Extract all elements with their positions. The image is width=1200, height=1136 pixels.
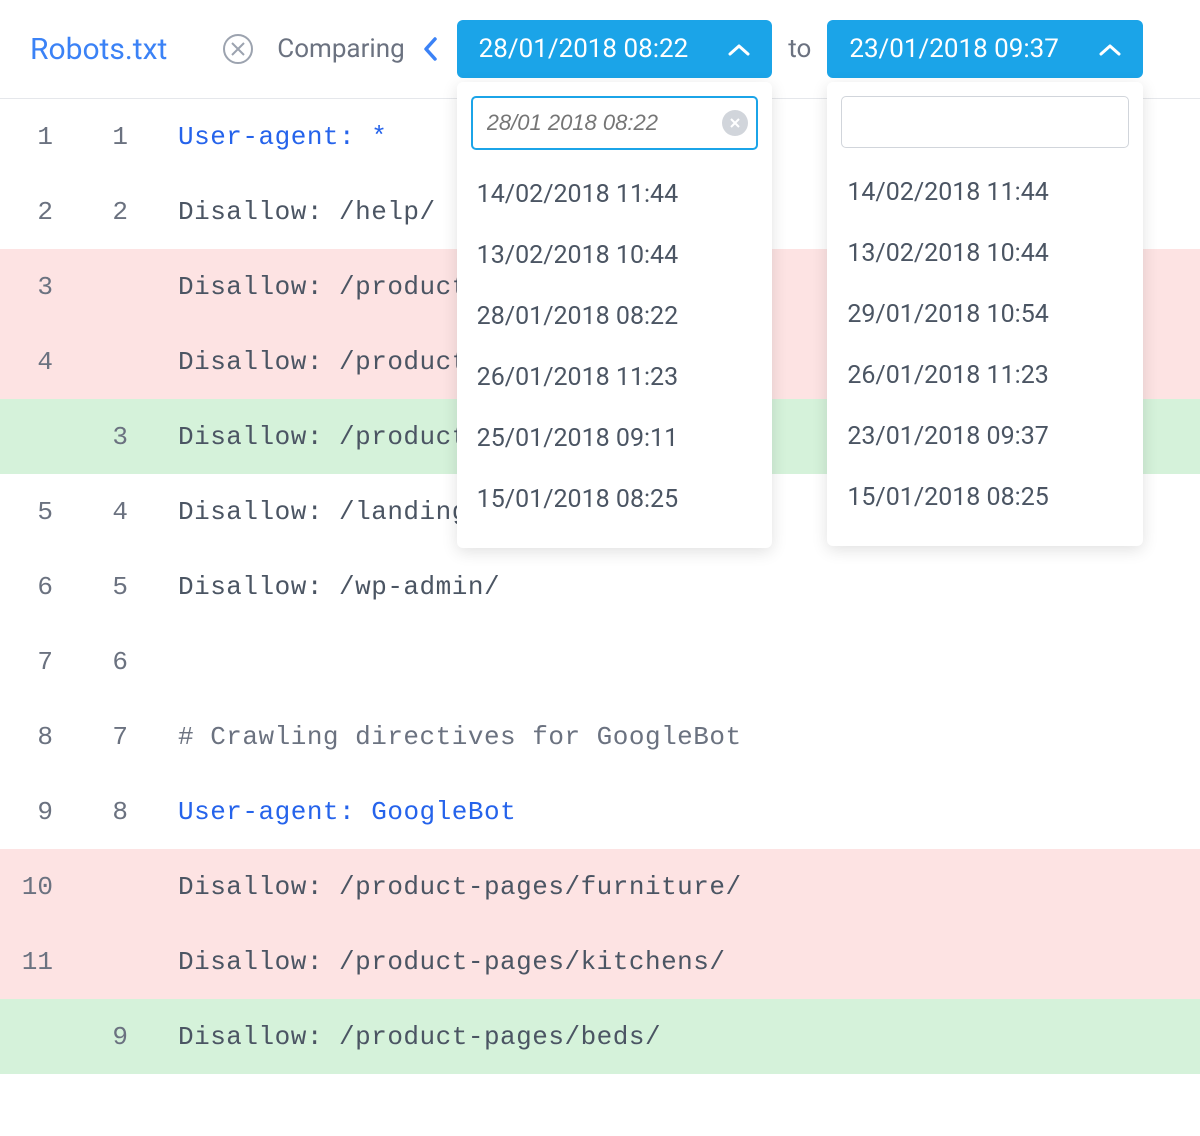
line-number-left: 5 — [0, 497, 75, 527]
chevron-up-icon — [1099, 34, 1121, 64]
line-number-right: 5 — [75, 572, 150, 602]
dropdown-option[interactable]: 13/02/2018 10:44 — [841, 223, 1129, 284]
page-title: Robots.txt — [30, 32, 167, 67]
line-number-left: 4 — [0, 347, 75, 377]
line-number-right: 9 — [75, 1022, 150, 1052]
code-content: Disallow: /product-pages/kitchens/ — [150, 947, 726, 977]
close-icon — [729, 117, 741, 129]
comparing-label: Comparing — [277, 34, 404, 64]
gutter: 9 — [0, 1022, 150, 1052]
dropdown-option[interactable]: 23/01/2018 09:37 — [841, 406, 1129, 467]
date-selector-to[interactable]: 23/01/2018 09:37 14/02/2018 11:44 13/02/… — [827, 20, 1143, 78]
line-number-left: 11 — [0, 947, 75, 977]
dropdown-option[interactable]: 29/01/2018 10:54 — [841, 284, 1129, 345]
gutter: 54 — [0, 497, 150, 527]
chevron-left-icon — [421, 35, 441, 63]
code-content: User-agent: * — [150, 122, 387, 152]
line-number-left — [0, 422, 75, 452]
gutter: 3 — [0, 422, 150, 452]
line-number-left: 7 — [0, 647, 75, 677]
code-content: User-agent: GoogleBot — [150, 797, 516, 827]
line-number-right: 6 — [75, 647, 150, 677]
line-number-right: 1 — [75, 122, 150, 152]
line-number-left: 9 — [0, 797, 75, 827]
dropdown-option[interactable]: 14/02/2018 11:44 — [841, 162, 1129, 223]
date-to-search-input[interactable] — [841, 96, 1129, 148]
code-content: Disallow: /product-pages/beds/ — [150, 1022, 661, 1052]
code-content: Disallow: /product- — [150, 347, 484, 377]
dropdown-option[interactable]: 15/01/2018 08:25 — [471, 469, 759, 530]
date-to-value: 23/01/2018 09:37 — [849, 34, 1059, 64]
diff-line: 11 Disallow: /product-pages/kitchens/ — [0, 924, 1200, 999]
line-number-right — [75, 947, 150, 977]
code-content: Disallow: /landing- — [150, 497, 484, 527]
date-to-dropdown: 14/02/2018 11:44 13/02/2018 10:44 29/01/… — [827, 82, 1143, 546]
gutter: 11 — [0, 947, 150, 977]
back-button[interactable] — [421, 35, 441, 63]
gutter: 11 — [0, 122, 150, 152]
dropdown-option[interactable]: 28/01/2018 08:22 — [471, 286, 759, 347]
line-number-right: 8 — [75, 797, 150, 827]
line-number-left: 2 — [0, 197, 75, 227]
header: Robots.txt Comparing 28/01/2018 08:22 14… — [0, 0, 1200, 99]
dropdown-option[interactable]: 15/01/2018 08:25 — [841, 467, 1129, 528]
gutter: 22 — [0, 197, 150, 227]
code-content: Disallow: /product- — [150, 422, 484, 452]
chevron-up-icon — [728, 34, 750, 64]
line-number-left: 10 — [0, 872, 75, 902]
line-number-left: 8 — [0, 722, 75, 752]
close-icon — [231, 42, 245, 56]
code-content: Disallow: /help/ — [150, 197, 436, 227]
gutter: 98 — [0, 797, 150, 827]
diff-line: 87# Crawling directives for GoogleBot — [0, 699, 1200, 774]
dropdown-option[interactable]: 25/01/2018 09:11 — [471, 408, 759, 469]
date-from-value: 28/01/2018 08:22 — [479, 34, 689, 64]
dropdown-option[interactable]: 26/01/2018 11:23 — [471, 347, 759, 408]
line-number-left — [0, 1022, 75, 1052]
date-from-search-input[interactable] — [471, 96, 759, 150]
gutter: 10 — [0, 872, 150, 902]
clear-search-button[interactable] — [722, 110, 748, 136]
gutter: 76 — [0, 647, 150, 677]
line-number-left: 1 — [0, 122, 75, 152]
line-number-right: 2 — [75, 197, 150, 227]
gutter: 4 — [0, 347, 150, 377]
dropdown-option[interactable]: 13/02/2018 10:44 — [471, 225, 759, 286]
date-selector-from[interactable]: 28/01/2018 08:22 14/02/2018 11:44 13/02/… — [457, 20, 773, 78]
code-content: Disallow: /wp-admin/ — [150, 572, 500, 602]
code-content: Disallow: /product-pages/furniture/ — [150, 872, 742, 902]
diff-line: 65Disallow: /wp-admin/ — [0, 549, 1200, 624]
line-number-right: 3 — [75, 422, 150, 452]
dropdown-option[interactable]: 14/02/2018 11:44 — [471, 164, 759, 225]
line-number-right — [75, 872, 150, 902]
close-button[interactable] — [223, 34, 253, 64]
diff-line: 9Disallow: /product-pages/beds/ — [0, 999, 1200, 1074]
code-content: Disallow: /product- — [150, 272, 484, 302]
line-number-right: 4 — [75, 497, 150, 527]
diff-line: 10 Disallow: /product-pages/furniture/ — [0, 849, 1200, 924]
to-label: to — [788, 34, 811, 64]
line-number-left: 6 — [0, 572, 75, 602]
diff-line: 98User-agent: GoogleBot — [0, 774, 1200, 849]
line-number-left: 3 — [0, 272, 75, 302]
line-number-right — [75, 272, 150, 302]
gutter: 65 — [0, 572, 150, 602]
date-from-dropdown: 14/02/2018 11:44 13/02/2018 10:44 28/01/… — [457, 82, 773, 548]
dropdown-option[interactable]: 26/01/2018 11:23 — [841, 345, 1129, 406]
gutter: 87 — [0, 722, 150, 752]
gutter: 3 — [0, 272, 150, 302]
line-number-right — [75, 347, 150, 377]
diff-line: 76 — [0, 624, 1200, 699]
line-number-right: 7 — [75, 722, 150, 752]
code-content: # Crawling directives for GoogleBot — [150, 722, 742, 752]
